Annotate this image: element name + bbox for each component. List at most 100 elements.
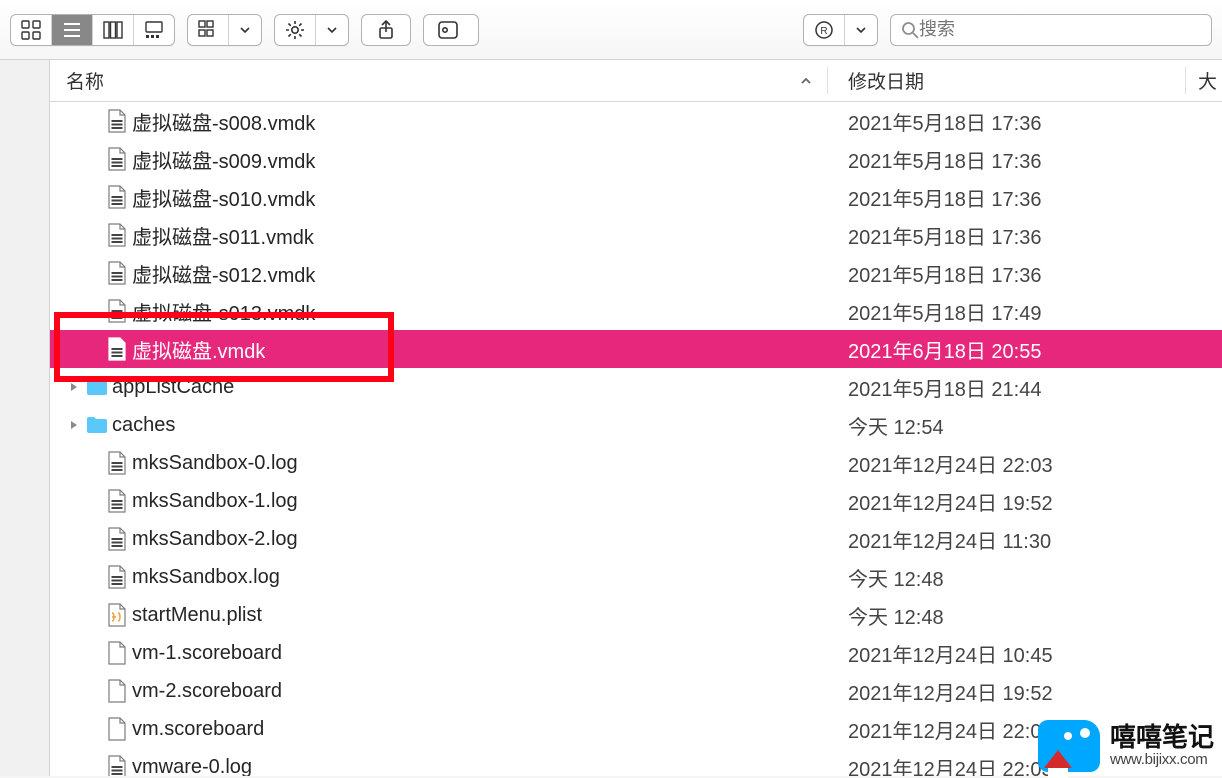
file-name: 虚拟磁盘-s008.vmdk xyxy=(132,107,315,136)
disclosure-triangle-icon[interactable] xyxy=(66,382,82,392)
file-icon xyxy=(106,565,128,589)
view-columns-button[interactable] xyxy=(93,15,134,45)
column-date-label: 修改日期 xyxy=(848,72,924,93)
file-name: vm.scoreboard xyxy=(132,718,264,741)
table-row[interactable]: 虚拟磁盘.vmdk 2021年6月18日 20:55 xyxy=(50,330,1222,368)
file-name: mksSandbox-0.log xyxy=(132,452,298,475)
file-name: vmware-0.log xyxy=(132,756,252,777)
file-icon xyxy=(106,717,128,741)
search-input[interactable] xyxy=(919,19,1201,40)
file-name: mksSandbox-2.log xyxy=(132,528,298,551)
file-date: 2021年5月18日 17:49 xyxy=(828,297,1222,326)
file-date: 2021年12月24日 19:52 xyxy=(828,677,1222,706)
file-name: mksSandbox.log xyxy=(132,566,280,589)
disclosure-triangle-icon[interactable] xyxy=(66,420,82,430)
file-icon xyxy=(106,147,128,171)
table-row[interactable]: 虚拟磁盘-s010.vmdk2021年5月18日 17:36 xyxy=(50,178,1222,216)
group-by-dropdown[interactable] xyxy=(229,15,261,45)
watermark-url: www.bijixx.com xyxy=(1110,752,1214,769)
table-row[interactable]: mksSandbox.log 今天 12:48 xyxy=(50,558,1222,596)
watermark-logo-icon xyxy=(1038,720,1100,772)
tags-button[interactable] xyxy=(423,14,479,46)
file-name: 虚拟磁盘.vmdk xyxy=(132,335,265,364)
file-date: 2021年12月24日 22:03 xyxy=(828,449,1222,478)
folder-icon xyxy=(86,375,108,399)
table-row[interactable]: caches 今天 12:54 xyxy=(50,406,1222,444)
table-row[interactable]: 虚拟磁盘-s008.vmdk 2021年5月18日 17:36 xyxy=(50,102,1222,140)
view-mode-group xyxy=(10,14,175,46)
file-date: 2021年5月18日 17:36 xyxy=(828,221,1222,250)
r-button[interactable]: R xyxy=(804,15,845,45)
file-name: 虚拟磁盘-s011.vmdk xyxy=(132,221,314,250)
file-name: mksSandbox-1.log xyxy=(132,490,298,513)
view-icon-button[interactable] xyxy=(11,15,52,45)
table-row[interactable]: 虚拟磁盘-s011.vmdk 2021年5月18日 17:36 xyxy=(50,216,1222,254)
table-row[interactable]: startMenu.plist 今天 12:48 xyxy=(50,596,1222,634)
table-row[interactable]: appListCache 2021年5月18日 21:44 xyxy=(50,368,1222,406)
restore-group: R xyxy=(803,14,878,46)
sort-indicator-icon xyxy=(799,74,813,88)
table-row[interactable]: 虚拟磁盘-s013.vmdk2021年5月18日 17:49 xyxy=(50,292,1222,330)
search-field[interactable] xyxy=(890,14,1212,46)
file-icon xyxy=(106,185,128,209)
file-date: 2021年5月18日 17:36 xyxy=(828,145,1222,174)
file-name: caches xyxy=(112,414,175,437)
column-name-label: 名称 xyxy=(66,67,104,94)
table-row[interactable]: 虚拟磁盘-s009.vmdk 2021年5月18日 17:36 xyxy=(50,140,1222,178)
column-header: 名称 修改日期 大 xyxy=(50,60,1222,102)
file-name: 虚拟磁盘-s009.vmdk xyxy=(132,145,315,174)
search-icon xyxy=(901,21,919,39)
file-icon xyxy=(106,527,128,551)
file-list: 虚拟磁盘-s008.vmdk2021年5月18日 17:36虚拟磁盘-s009.… xyxy=(50,102,1222,776)
file-icon xyxy=(106,223,128,247)
file-date: 2021年12月24日 11:30 xyxy=(828,525,1222,554)
table-row[interactable]: mksSandbox-1.log 2021年12月24日 19:52 xyxy=(50,482,1222,520)
file-date: 今天 12:54 xyxy=(828,411,1222,440)
action-dropdown[interactable] xyxy=(316,15,348,45)
folder-icon xyxy=(86,413,108,437)
file-date: 今天 12:48 xyxy=(828,601,1222,630)
column-size-label: 大 xyxy=(1198,72,1217,93)
column-name[interactable]: 名称 xyxy=(50,67,828,94)
file-icon xyxy=(106,337,128,361)
view-gallery-button[interactable] xyxy=(134,15,174,45)
file-name: 虚拟磁盘-s012.vmdk xyxy=(132,259,315,288)
table-row[interactable]: mksSandbox-0.log 2021年12月24日 22:03 xyxy=(50,444,1222,482)
share-button[interactable] xyxy=(361,14,411,46)
column-size[interactable]: 大 xyxy=(1186,67,1222,94)
table-row[interactable]: mksSandbox-2.log 2021年12月24日 11:30 xyxy=(50,520,1222,558)
file-date: 2021年5月18日 17:36 xyxy=(828,107,1222,136)
file-icon xyxy=(106,451,128,475)
file-icon xyxy=(106,603,128,627)
toolbar: R xyxy=(0,0,1222,60)
file-icon xyxy=(106,489,128,513)
column-date[interactable]: 修改日期 xyxy=(828,67,1186,94)
group-by-button[interactable] xyxy=(188,15,229,45)
file-date: 今天 12:48 xyxy=(828,563,1222,592)
file-date: 2021年5月18日 17:36 xyxy=(828,259,1222,288)
file-name: appListCache xyxy=(112,376,234,399)
file-icon xyxy=(106,299,128,323)
file-icon xyxy=(106,679,128,703)
watermark: 嘻嘻笔记 www.bijixx.com xyxy=(1038,720,1214,772)
file-name: startMenu.plist xyxy=(132,604,262,627)
action-group xyxy=(274,14,349,46)
file-name: 虚拟磁盘-s010.vmdk xyxy=(132,183,315,212)
file-name: vm-2.scoreboard xyxy=(132,680,282,703)
r-dropdown[interactable] xyxy=(845,15,877,45)
svg-text:R: R xyxy=(820,26,827,37)
sidebar xyxy=(0,60,50,776)
action-gear-button[interactable] xyxy=(275,15,316,45)
file-date: 2021年12月24日 10:45 xyxy=(828,639,1222,668)
watermark-title: 嘻嘻笔记 xyxy=(1110,723,1214,752)
table-row[interactable]: vm-1.scoreboard 2021年12月24日 10:45 xyxy=(50,634,1222,672)
file-name: vm-1.scoreboard xyxy=(132,642,282,665)
file-icon xyxy=(106,755,128,776)
file-date: 2021年6月18日 20:55 xyxy=(828,335,1222,364)
file-date: 2021年5月18日 21:44 xyxy=(828,373,1222,402)
table-row[interactable]: 虚拟磁盘-s012.vmdk 2021年5月18日 17:36 xyxy=(50,254,1222,292)
file-icon xyxy=(106,109,128,133)
view-list-button[interactable] xyxy=(52,15,93,45)
table-row[interactable]: vm-2.scoreboard 2021年12月24日 19:52 xyxy=(50,672,1222,710)
file-date: 2021年12月24日 19:52 xyxy=(828,487,1222,516)
